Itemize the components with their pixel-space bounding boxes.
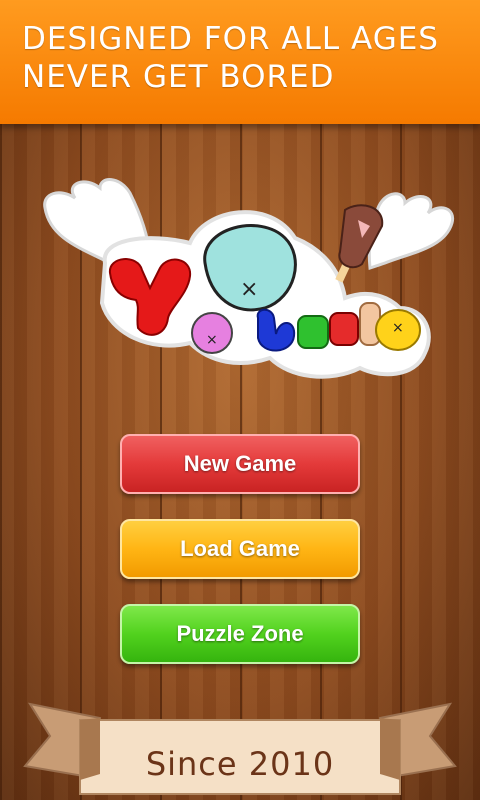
- puzzle-zone-button[interactable]: Puzzle Zone: [120, 604, 360, 664]
- svg-text:×: ×: [392, 320, 404, 336]
- svg-text:×: ×: [206, 332, 218, 348]
- letter-z-red: [329, 312, 359, 346]
- svg-text:×: ×: [240, 277, 258, 302]
- promo-line-2: NEVER GET BORED: [22, 59, 335, 95]
- promo-banner: DESIGNED FOR ALL AGES NEVER GET BORED: [0, 0, 480, 124]
- letter-z-green: [297, 315, 329, 349]
- load-game-button[interactable]: Load Game: [120, 519, 360, 579]
- promo-line-1: DESIGNED FOR ALL AGES: [22, 21, 439, 57]
- since-label: Since 2010: [145, 745, 335, 783]
- new-game-button[interactable]: New Game: [120, 434, 360, 494]
- game-logo: × × ×: [43, 178, 455, 379]
- right-wing-icon: [367, 192, 455, 271]
